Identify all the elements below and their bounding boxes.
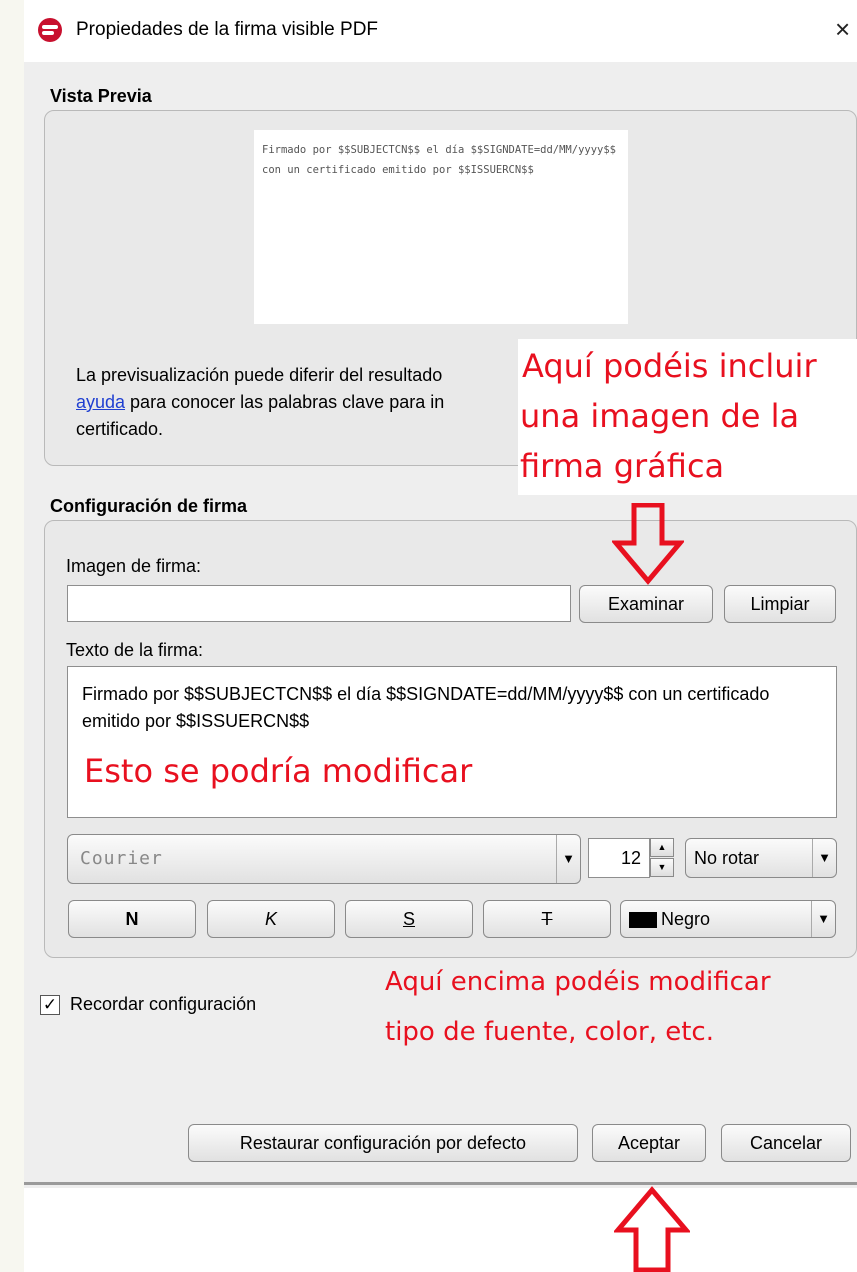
info-line-1: La previsualización puede diferir del re… xyxy=(76,365,443,385)
signature-preview: Firmado por $$SUBJECTCN$$ el día $$SIGND… xyxy=(254,130,628,324)
title-bar: Propiedades de la firma visible PDF × xyxy=(24,0,857,62)
cancel-button[interactable]: Cancelar xyxy=(721,1124,851,1162)
help-link[interactable]: ayuda xyxy=(76,392,125,412)
cancel-label: Cancelar xyxy=(749,1133,823,1153)
preview-section-label: Vista Previa xyxy=(50,86,152,106)
dialog-window: Propiedades de la firma visible PDF × Vi… xyxy=(24,0,857,1272)
size-spinner[interactable]: 12 ▲ ▼ xyxy=(588,838,675,878)
chevron-down-icon[interactable]: ▼ xyxy=(556,835,580,883)
strikethrough-button[interactable]: T xyxy=(483,900,611,938)
italic-button[interactable]: K xyxy=(207,900,335,938)
clear-button[interactable]: Limpiar xyxy=(724,585,836,623)
color-swatch xyxy=(629,912,657,928)
size-value: 12 xyxy=(620,848,641,868)
remember-checkbox[interactable]: ✓ xyxy=(40,995,60,1015)
chevron-down-icon[interactable]: ▼ xyxy=(812,839,836,877)
accept-label: Aceptar xyxy=(617,1133,681,1153)
window-title: Propiedades de la firma visible PDF xyxy=(76,19,379,40)
image-annotation-line-3: firma gráfica xyxy=(520,447,725,485)
config-section-label: Configuración de firma xyxy=(50,496,248,516)
format-annotation-line-1: Aquí encima podéis modificar xyxy=(385,967,771,997)
browse-button[interactable]: Examinar xyxy=(579,585,713,623)
rotation-select[interactable]: No rotar ▼ xyxy=(685,838,837,878)
window-bottom-area xyxy=(24,1188,857,1272)
color-value: Negro xyxy=(661,909,711,929)
spinner-down-icon[interactable]: ▼ xyxy=(650,858,674,877)
size-input[interactable]: 12 xyxy=(588,838,650,878)
info-line-2-rest: para conocer las palabras clave para in xyxy=(125,392,445,412)
image-annotation-box: Aquí podéis incluir una imagen de la fir… xyxy=(518,339,857,495)
restore-defaults-label: Restaurar configuración por defecto xyxy=(239,1133,527,1153)
restore-defaults-button[interactable]: Restaurar configuración por defecto xyxy=(188,1124,578,1162)
signature-text-area[interactable]: Firmado por $$SUBJECTCN$$ el día $$SIGND… xyxy=(67,666,837,818)
text-annotation: Esto se podría modificar xyxy=(84,752,473,790)
app-logo-icon xyxy=(38,18,62,42)
up-arrow-icon xyxy=(614,1186,690,1272)
underline-button[interactable]: S xyxy=(345,900,473,938)
close-icon[interactable]: × xyxy=(835,14,857,44)
preview-sample-text: Firmado por $$SUBJECTCN$$ el día $$SIGND… xyxy=(262,144,617,176)
info-line-3: certificado. xyxy=(76,419,164,439)
chevron-down-icon[interactable]: ▼ xyxy=(811,901,835,937)
font-select-value: Courier xyxy=(80,848,163,869)
accept-button[interactable]: Aceptar xyxy=(592,1124,706,1162)
text-label: Texto de la firma: xyxy=(66,640,204,660)
signature-text-value: Firmado por $$SUBJECTCN$$ el día $$SIGND… xyxy=(82,684,770,731)
image-annotation-line-1: Aquí podéis incluir xyxy=(522,347,817,385)
remember-label: Recordar configuración xyxy=(70,994,257,1014)
info-line-2: ayuda para conocer las palabras clave pa… xyxy=(76,389,536,416)
color-select[interactable]: Negro ▼ xyxy=(620,900,836,938)
preview-info-text: La previsualización puede diferir del re… xyxy=(76,362,536,443)
image-annotation-line-2: una imagen de la xyxy=(520,397,800,435)
image-label: Imagen de firma: xyxy=(66,556,202,576)
image-path-input[interactable] xyxy=(67,585,571,622)
down-arrow-icon xyxy=(612,503,684,585)
bold-button[interactable]: N xyxy=(68,900,196,938)
footer-divider xyxy=(24,1182,857,1185)
checkmark-icon: ✓ xyxy=(42,995,58,1014)
spinner-up-icon[interactable]: ▲ xyxy=(650,838,674,857)
rotation-value: No rotar xyxy=(694,848,760,868)
format-annotation-line-2: tipo de fuente, color, etc. xyxy=(385,1017,714,1047)
font-select[interactable]: Courier ▼ xyxy=(67,834,581,884)
